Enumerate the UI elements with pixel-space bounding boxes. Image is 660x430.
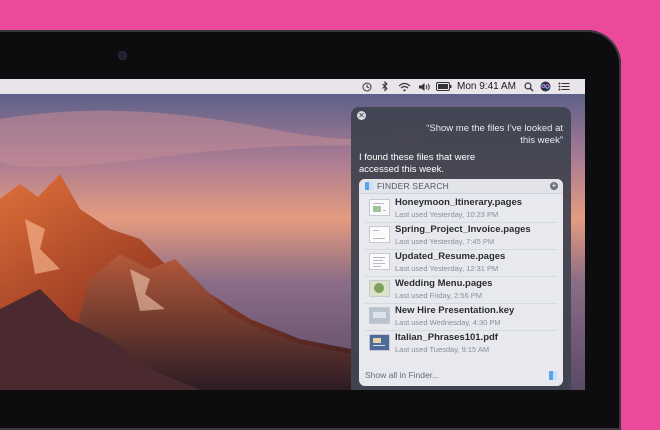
file-row[interactable]: Italian_Phrases101.pdf Last used Tuesday… xyxy=(365,330,557,357)
finder-icon xyxy=(365,182,373,190)
presentation-thumbnail xyxy=(369,307,390,324)
file-last-used: Last used Yesterday, 12:31 PM xyxy=(395,264,499,273)
file-last-used: Last used Friday, 2:56 PM xyxy=(395,291,482,300)
document-thumbnail xyxy=(369,226,390,243)
pdf-thumbnail xyxy=(369,334,390,351)
document-thumbnail xyxy=(369,253,390,270)
file-row[interactable]: Spring_Project_Invoice.pages Last used Y… xyxy=(365,222,557,250)
file-name: Honeymoon_Itinerary.pages xyxy=(395,197,523,208)
finder-icon[interactable] xyxy=(549,371,557,380)
webcam xyxy=(119,52,126,59)
finder-search-card: FINDER SEARCH + Honeymoon_Itinerary.page… xyxy=(359,179,563,386)
siri-query: “Show me the files I’ve looked at this w… xyxy=(426,123,563,146)
file-name: Spring_Project_Invoice.pages xyxy=(395,224,531,235)
file-last-used: Last used Wednesday, 4:30 PM xyxy=(395,318,501,327)
file-name: Wedding Menu.pages xyxy=(395,278,493,289)
siri-icon[interactable] xyxy=(539,80,551,93)
siri-reply: I found these files that were accessed t… xyxy=(359,152,476,175)
wifi-icon[interactable] xyxy=(397,80,411,93)
notification-center-icon[interactable] xyxy=(557,80,570,93)
close-icon[interactable]: ✕ xyxy=(357,111,366,120)
show-all-in-finder-link[interactable]: Show all in Finder... xyxy=(365,370,439,380)
bluetooth-icon[interactable] xyxy=(380,80,390,93)
file-row[interactable]: Honeymoon_Itinerary.pages Last used Yest… xyxy=(365,195,557,223)
file-name: Updated_Resume.pages xyxy=(395,251,506,262)
menu-bar: Mon 9:41 AM xyxy=(0,79,585,94)
siri-panel: ✕ “Show me the files I’ve looked at this… xyxy=(351,107,571,390)
desktop-screen: Mon 9:41 AM ✕ “Show me the files I’ve lo… xyxy=(0,79,585,390)
menu-clock[interactable]: Mon 9:41 AM xyxy=(457,80,516,93)
spotlight-search-icon[interactable] xyxy=(523,80,534,93)
file-row[interactable]: Updated_Resume.pages Last used Yesterday… xyxy=(365,249,557,277)
add-to-notification-center-button[interactable]: + xyxy=(550,182,558,190)
card-title: FINDER SEARCH xyxy=(377,181,450,191)
file-last-used: Last used Tuesday, 9:15 AM xyxy=(395,345,490,354)
document-thumbnail xyxy=(369,280,390,297)
card-header: FINDER SEARCH + xyxy=(359,179,563,194)
file-last-used: Last used Yesterday, 10:23 PM xyxy=(395,210,499,219)
battery-icon[interactable] xyxy=(436,80,452,93)
file-last-used: Last used Yesterday, 7:45 PM xyxy=(395,237,495,246)
time-machine-icon[interactable] xyxy=(361,80,372,93)
file-name: New Hire Presentation.key xyxy=(395,305,515,316)
file-row[interactable]: New Hire Presentation.key Last used Wedn… xyxy=(365,303,557,331)
file-name: Italian_Phrases101.pdf xyxy=(395,332,498,343)
volume-icon[interactable] xyxy=(417,80,431,93)
document-thumbnail xyxy=(369,199,390,216)
file-row[interactable]: Wedding Menu.pages Last used Friday, 2:5… xyxy=(365,276,557,304)
